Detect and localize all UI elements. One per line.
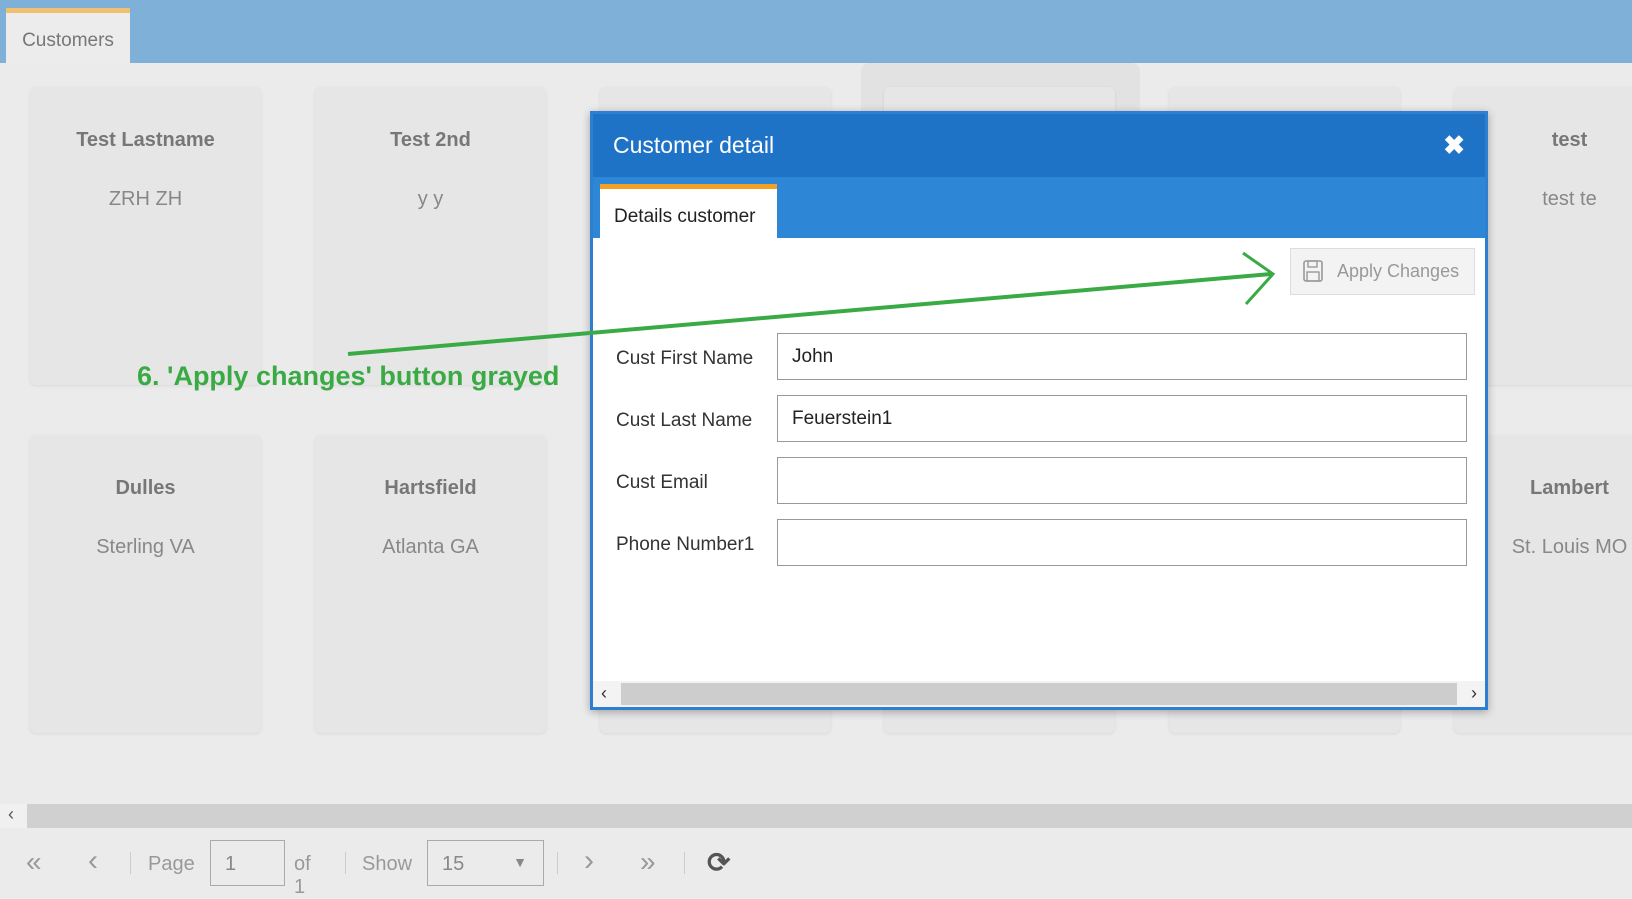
page-label: Page <box>148 853 195 875</box>
page-size-select[interactable]: 15 ▼ <box>427 840 544 886</box>
prev-page-icon[interactable]: ‹ <box>88 844 98 878</box>
chevron-left-icon[interactable]: ‹ <box>8 804 14 825</box>
first-page-icon[interactable]: « <box>26 846 42 878</box>
divider <box>684 852 685 874</box>
refresh-icon[interactable]: ⟳ <box>707 846 730 879</box>
page-size-value: 15 <box>442 853 465 875</box>
divider <box>345 852 346 874</box>
page-count: of 1 <box>294 853 311 898</box>
divider <box>557 852 558 874</box>
page-input[interactable]: 1 <box>210 840 285 886</box>
horizontal-scrollbar[interactable]: ‹ <box>0 804 1632 828</box>
divider <box>130 852 131 874</box>
next-page-icon[interactable]: › <box>584 844 594 878</box>
show-label: Show <box>362 853 413 875</box>
last-page-icon[interactable]: » <box>640 846 656 878</box>
annotation-text: 6. 'Apply changes' button grayed <box>137 361 560 391</box>
scrollbar-thumb[interactable] <box>27 804 1632 828</box>
dropdown-arrow-icon: ▼ <box>513 854 527 870</box>
annotation-arrow <box>347 251 1276 356</box>
